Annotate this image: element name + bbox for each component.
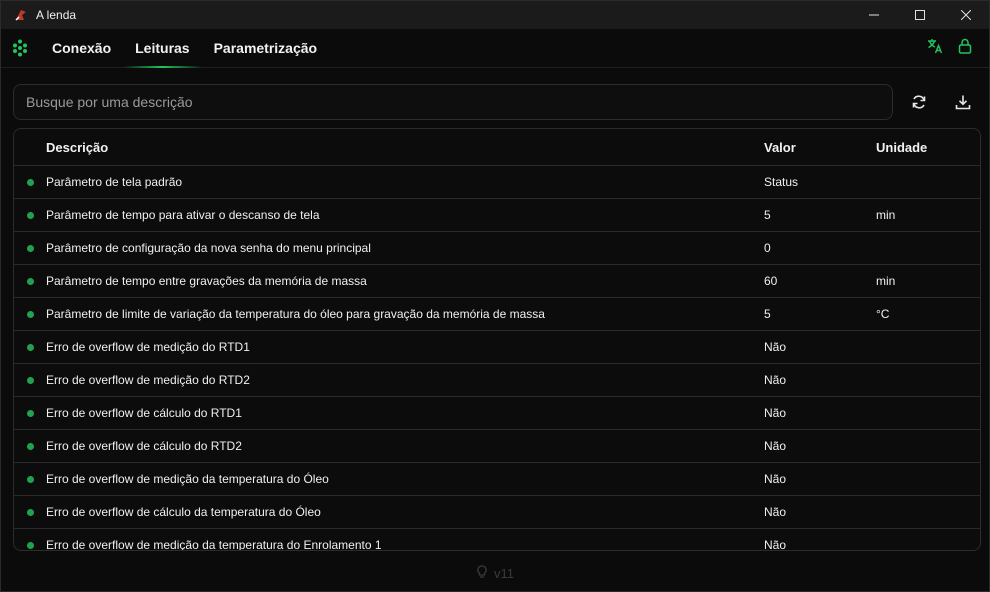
table-row[interactable]: Parâmetro de configuração da nova senha …: [14, 232, 980, 265]
table-row[interactable]: Parâmetro de tempo entre gravações da me…: [14, 265, 980, 298]
translate-icon[interactable]: [927, 38, 943, 59]
row-value: Não: [764, 505, 787, 519]
header-value[interactable]: Valor: [764, 140, 876, 155]
window-title: A lenda: [36, 8, 77, 22]
maximize-button[interactable]: [897, 1, 943, 29]
status-dot: [26, 442, 34, 450]
row-description: Parâmetro de tela padrão: [46, 175, 183, 189]
table-row[interactable]: Erro de overflow de cálculo do RTD1 Não: [14, 397, 980, 430]
table-row[interactable]: Erro de overflow de cálculo do RTD2 Não: [14, 430, 980, 463]
close-button[interactable]: [943, 1, 989, 29]
search-input[interactable]: [13, 84, 893, 120]
row-value: 60: [764, 274, 778, 288]
app-icon: [14, 8, 28, 22]
status-dot: [26, 244, 34, 252]
refresh-icon: [912, 95, 926, 109]
logo-icon: [12, 39, 28, 57]
row-value: 0: [764, 241, 771, 255]
nav-actions: [927, 29, 973, 68]
close-icon: [961, 10, 971, 20]
window-controls: [851, 1, 989, 29]
row-value: Não: [764, 538, 787, 551]
tab-leituras[interactable]: Leituras: [123, 29, 203, 68]
row-description: Parâmetro de tempo para ativar o descans…: [46, 208, 320, 222]
row-unit: min: [876, 274, 896, 288]
row-description: Erro de overflow de medição da temperatu…: [46, 538, 382, 551]
status-dot: [26, 178, 34, 186]
minimize-button[interactable]: [851, 1, 897, 29]
row-description: Erro de overflow de medição da temperatu…: [46, 472, 329, 486]
status-dot: [26, 409, 34, 417]
table-row[interactable]: Erro de overflow de medição da temperatu…: [14, 529, 980, 551]
row-value: 5: [764, 307, 771, 321]
header-unit[interactable]: Unidade: [876, 140, 980, 155]
table-row[interactable]: Erro de overflow de medição do RTD2 Não: [14, 364, 980, 397]
status-dot: [26, 211, 34, 219]
refresh-button[interactable]: [903, 86, 935, 118]
status-dot: [26, 541, 34, 549]
row-description: Parâmetro de limite de variação da tempe…: [46, 307, 545, 321]
table-row[interactable]: Parâmetro de tempo para ativar o descans…: [14, 199, 980, 232]
download-button[interactable]: [947, 86, 979, 118]
row-description: Parâmetro de tempo entre gravações da me…: [46, 274, 367, 288]
header-description[interactable]: Descrição: [46, 140, 764, 155]
row-unit: °C: [876, 307, 890, 321]
row-description: Erro de overflow de medição do RTD2: [46, 373, 250, 387]
status-dot: [26, 475, 34, 483]
app-window: A lenda Conexão Leituras Parametrização …: [0, 0, 990, 592]
bulb-icon: [476, 564, 488, 582]
status-dot: [26, 376, 34, 384]
row-unit: min: [876, 208, 896, 222]
status-dot: [26, 508, 34, 516]
download-icon: [955, 95, 971, 110]
row-value: Não: [764, 406, 787, 420]
table-row[interactable]: Erro de overflow de medição do RTD1 Não: [14, 331, 980, 364]
row-description: Parâmetro de configuração da nova senha …: [46, 241, 371, 255]
row-value: Não: [764, 439, 787, 453]
table-row[interactable]: Parâmetro de tela padrão Status: [14, 166, 980, 199]
title-bar: A lenda: [1, 1, 989, 29]
version-footer: v11: [1, 561, 989, 585]
table-row[interactable]: Parâmetro de limite de variação da tempe…: [14, 298, 980, 331]
row-description: Erro de overflow de cálculo da temperatu…: [46, 505, 321, 519]
row-description: Erro de overflow de cálculo do RTD1: [46, 406, 242, 420]
maximize-icon: [915, 10, 925, 20]
version-label: v11: [494, 565, 514, 581]
row-value: 5: [764, 208, 771, 222]
status-dot: [26, 277, 34, 285]
row-value: Não: [764, 373, 787, 387]
tab-conexao[interactable]: Conexão: [40, 29, 123, 68]
nav-bar: Conexão Leituras Parametrização: [1, 29, 989, 68]
status-dot: [26, 343, 34, 351]
tab-parametrizacao[interactable]: Parametrização: [202, 29, 330, 68]
table-row[interactable]: Erro de overflow de medição da temperatu…: [14, 463, 980, 496]
row-value: Não: [764, 340, 787, 354]
table-row[interactable]: Erro de overflow de cálculo da temperatu…: [14, 496, 980, 529]
row-value: Não: [764, 472, 787, 486]
table-header: Descrição Valor Unidade: [14, 129, 980, 166]
minimize-icon: [869, 14, 879, 16]
lock-icon[interactable]: [957, 38, 973, 59]
readings-table[interactable]: Descrição Valor Unidade Parâmetro de tel…: [13, 128, 981, 551]
row-description: Erro de overflow de cálculo do RTD2: [46, 439, 242, 453]
row-description: Erro de overflow de medição do RTD1: [46, 340, 250, 354]
status-dot: [26, 310, 34, 318]
row-value: Status: [764, 175, 799, 189]
